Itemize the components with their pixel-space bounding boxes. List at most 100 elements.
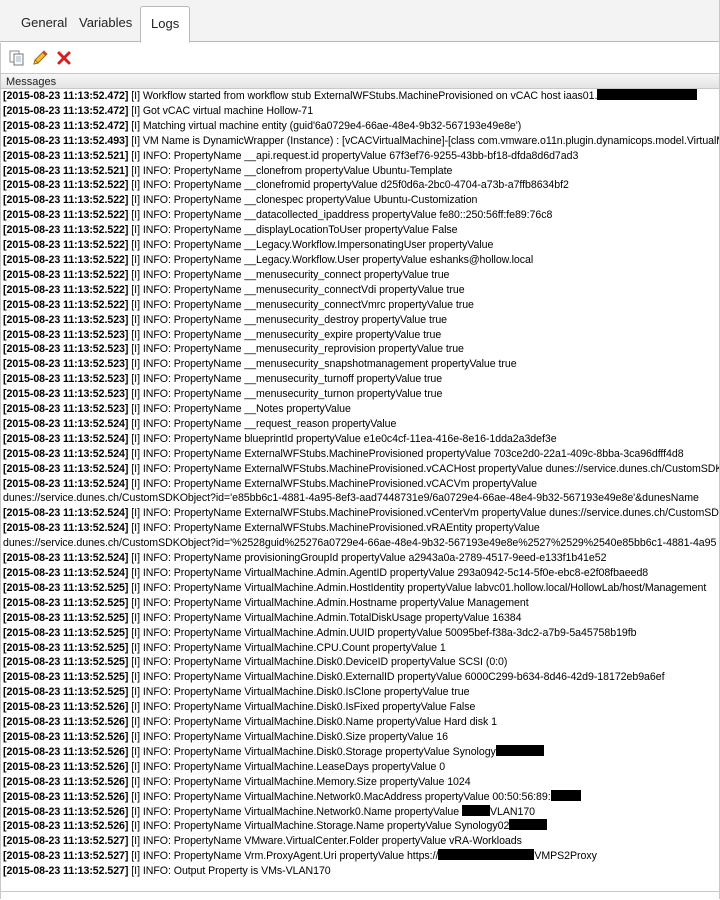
tab-general[interactable]: General xyxy=(11,6,77,42)
log-line: [2015-08-23 11:13:52.523] [I] INFO: Prop… xyxy=(3,357,720,372)
log-line: [2015-08-23 11:13:52.523] [I] INFO: Prop… xyxy=(3,313,720,328)
log-text: [I] INFO: PropertyName provisioningGroup… xyxy=(128,552,607,565)
log-text: [I] INFO: PropertyName VirtualMachine.Di… xyxy=(128,686,470,699)
log-text: [I] INFO: PropertyName __menusecurity_co… xyxy=(128,268,450,281)
log-line: [2015-08-23 11:13:52.524] [I] INFO: Prop… xyxy=(3,566,720,581)
log-line: [2015-08-23 11:13:52.526] [I] INFO: Prop… xyxy=(3,819,720,834)
delete-x-icon[interactable] xyxy=(55,49,73,67)
log-messages[interactable]: [2015-08-23 11:13:52.472] [I] Workflow s… xyxy=(3,89,720,889)
log-text: [I] INFO: PropertyName __menusecurity_sn… xyxy=(128,358,517,371)
redaction-block xyxy=(438,849,535,861)
log-line: [2015-08-23 11:13:52.523] [I] INFO: Prop… xyxy=(3,342,720,357)
log-line: [2015-08-23 11:13:52.526] [I] INFO: Prop… xyxy=(3,744,720,760)
log-line: [2015-08-23 11:13:52.525] [I] INFO: Prop… xyxy=(3,611,720,626)
log-text: [I] Got vCAC virtual machine Hollow-71 xyxy=(128,104,314,117)
log-timestamp: [2015-08-23 11:13:52.527] xyxy=(3,850,129,863)
log-timestamp: [2015-08-23 11:13:52.525] xyxy=(3,596,129,609)
log-line: [2015-08-23 11:13:52.523] [I] INFO: Prop… xyxy=(3,402,720,417)
log-text: [I] INFO: PropertyName __menusecurity_co… xyxy=(128,283,465,296)
log-line: [2015-08-23 11:13:52.493] [I] VM Name is… xyxy=(3,134,720,149)
log-timestamp: [2015-08-23 11:13:52.523] xyxy=(3,328,129,341)
log-text-after: VLAN170 xyxy=(490,805,536,818)
log-text: [I] Matching virtual machine entity (gui… xyxy=(128,119,522,132)
log-line: [2015-08-23 11:13:52.525] [I] INFO: Prop… xyxy=(3,641,720,656)
log-text: [I] INFO: PropertyName __clonefromid pro… xyxy=(128,179,569,192)
log-line: [2015-08-23 11:13:52.472] [I] Matching v… xyxy=(3,119,720,134)
edit-pencil-icon[interactable] xyxy=(31,49,49,67)
log-timestamp: [2015-08-23 11:13:52.522] xyxy=(3,194,129,207)
log-text: [I] INFO: PropertyName ExternalWFStubs.M… xyxy=(128,462,720,475)
log-timestamp: [2015-08-23 11:13:52.524] xyxy=(3,477,129,490)
log-text: [I] INFO: PropertyName VMware.VirtualCen… xyxy=(128,835,522,848)
log-text: [I] INFO: PropertyName VirtualMachine.Ad… xyxy=(128,581,707,594)
log-timestamp: [2015-08-23 11:13:52.526] xyxy=(3,775,129,788)
log-line: dunes://service.dunes.ch/CustomSDKObject… xyxy=(3,536,720,551)
log-line: [2015-08-23 11:13:52.525] [I] INFO: Prop… xyxy=(3,581,720,596)
log-timestamp: [2015-08-23 11:13:52.522] xyxy=(3,179,129,192)
log-line: [2015-08-23 11:13:52.527] [I] INFO: Outp… xyxy=(3,864,720,879)
log-text: [I] VM Name is DynamicWrapper (Instance)… xyxy=(128,134,720,147)
log-text: [I] INFO: PropertyName ExternalWFStubs.M… xyxy=(128,522,540,535)
log-line: [2015-08-23 11:13:52.525] [I] INFO: Prop… xyxy=(3,655,720,670)
log-line: [2015-08-23 11:13:52.526] [I] INFO: Prop… xyxy=(3,700,720,715)
log-text: [I] INFO: PropertyName VirtualMachine.Ad… xyxy=(128,626,637,639)
log-text: [I] INFO: PropertyName VirtualMachine.Ne… xyxy=(128,805,463,818)
log-timestamp: [2015-08-23 11:13:52.521] xyxy=(3,164,129,177)
log-line: [2015-08-23 11:13:52.524] [I] INFO: Prop… xyxy=(3,447,720,462)
log-timestamp: [2015-08-23 11:13:52.522] xyxy=(3,239,129,252)
log-timestamp: [2015-08-23 11:13:52.526] xyxy=(3,716,129,729)
log-line: [2015-08-23 11:13:52.522] [I] INFO: Prop… xyxy=(3,178,720,193)
log-text: [I] INFO: PropertyName __menusecurity_re… xyxy=(128,343,464,356)
tab-variables[interactable]: Variables xyxy=(69,6,142,42)
log-timestamp: [2015-08-23 11:13:52.524] xyxy=(3,462,129,475)
log-line: [2015-08-23 11:13:52.526] [I] INFO: Prop… xyxy=(3,760,720,775)
log-line: [2015-08-23 11:13:52.524] [I] INFO: Prop… xyxy=(3,417,720,432)
log-text: [I] INFO: PropertyName __datacollected_i… xyxy=(128,209,553,222)
log-timestamp: [2015-08-23 11:13:52.525] xyxy=(3,671,129,684)
log-timestamp: [2015-08-23 11:13:52.524] xyxy=(3,417,129,430)
log-line: [2015-08-23 11:13:52.522] [I] INFO: Prop… xyxy=(3,298,720,313)
log-line: [2015-08-23 11:13:52.526] [I] INFO: Prop… xyxy=(3,789,720,805)
copy-icon[interactable] xyxy=(8,49,26,67)
log-text: [I] INFO: PropertyName VirtualMachine.Di… xyxy=(128,671,665,684)
log-timestamp: [2015-08-23 11:13:52.527] xyxy=(3,865,129,878)
log-line: [2015-08-23 11:13:52.523] [I] INFO: Prop… xyxy=(3,387,720,402)
log-text: [I] INFO: PropertyName ExternalWFStubs.M… xyxy=(128,507,720,520)
log-text: [I] INFO: PropertyName __Notes propertyV… xyxy=(128,403,351,416)
tab-logs[interactable]: Logs xyxy=(140,6,191,43)
log-timestamp: [2015-08-23 11:13:52.525] xyxy=(3,656,129,669)
log-line: [2015-08-23 11:13:52.524] [I] INFO: Prop… xyxy=(3,521,720,536)
log-timestamp: [2015-08-23 11:13:52.522] xyxy=(3,224,129,237)
log-text: [I] INFO: PropertyName VirtualMachine.Di… xyxy=(128,730,448,743)
log-text: [I] INFO: PropertyName VirtualMachine.Ad… xyxy=(128,611,522,624)
log-text: [I] Workflow started from workflow stub … xyxy=(128,90,598,102)
log-timestamp: [2015-08-23 11:13:52.472] xyxy=(3,90,129,102)
log-timestamp: [2015-08-23 11:13:52.525] xyxy=(3,611,129,624)
log-timestamp: [2015-08-23 11:13:52.526] xyxy=(3,790,129,803)
log-line: [2015-08-23 11:13:52.524] [I] INFO: Prop… xyxy=(3,551,720,566)
log-timestamp: [2015-08-23 11:13:52.524] xyxy=(3,507,129,520)
log-text: [I] INFO: PropertyName VirtualMachine.Ne… xyxy=(128,790,551,803)
log-text: [I] INFO: PropertyName VirtualMachine.Di… xyxy=(128,745,496,758)
log-line: [2015-08-23 11:13:52.522] [I] INFO: Prop… xyxy=(3,238,720,253)
log-timestamp: [2015-08-23 11:13:52.523] xyxy=(3,313,129,326)
log-text: [I] INFO: PropertyName VirtualMachine.Ad… xyxy=(128,596,529,609)
log-timestamp: [2015-08-23 11:13:52.526] xyxy=(3,760,129,773)
log-timestamp: [2015-08-23 11:13:52.522] xyxy=(3,298,129,311)
tab-bar: General Variables Logs xyxy=(0,0,720,43)
log-timestamp: [2015-08-23 11:13:52.472] xyxy=(3,104,129,117)
log-line: [2015-08-23 11:13:52.525] [I] INFO: Prop… xyxy=(3,626,720,641)
log-text: [I] INFO: PropertyName __menusecurity_co… xyxy=(128,298,474,311)
log-line: [2015-08-23 11:13:52.524] [I] INFO: Prop… xyxy=(3,462,720,477)
log-line: [2015-08-23 11:13:52.526] [I] INFO: Prop… xyxy=(3,715,720,730)
log-text: [I] INFO: PropertyName ExternalWFStubs.M… xyxy=(128,477,537,490)
log-line: [2015-08-23 11:13:52.522] [I] INFO: Prop… xyxy=(3,223,720,238)
log-timestamp: [2015-08-23 11:13:52.526] xyxy=(3,701,129,714)
redaction-block xyxy=(597,89,698,100)
log-text: [I] INFO: PropertyName __menusecurity_ex… xyxy=(128,328,442,341)
log-timestamp: [2015-08-23 11:13:52.523] xyxy=(3,403,129,416)
log-timestamp: [2015-08-23 11:13:52.526] xyxy=(3,820,129,833)
redaction-block xyxy=(495,744,544,756)
log-text: [I] INFO: PropertyName __clonespec prope… xyxy=(128,194,478,207)
log-timestamp: [2015-08-23 11:13:52.524] xyxy=(3,432,129,445)
